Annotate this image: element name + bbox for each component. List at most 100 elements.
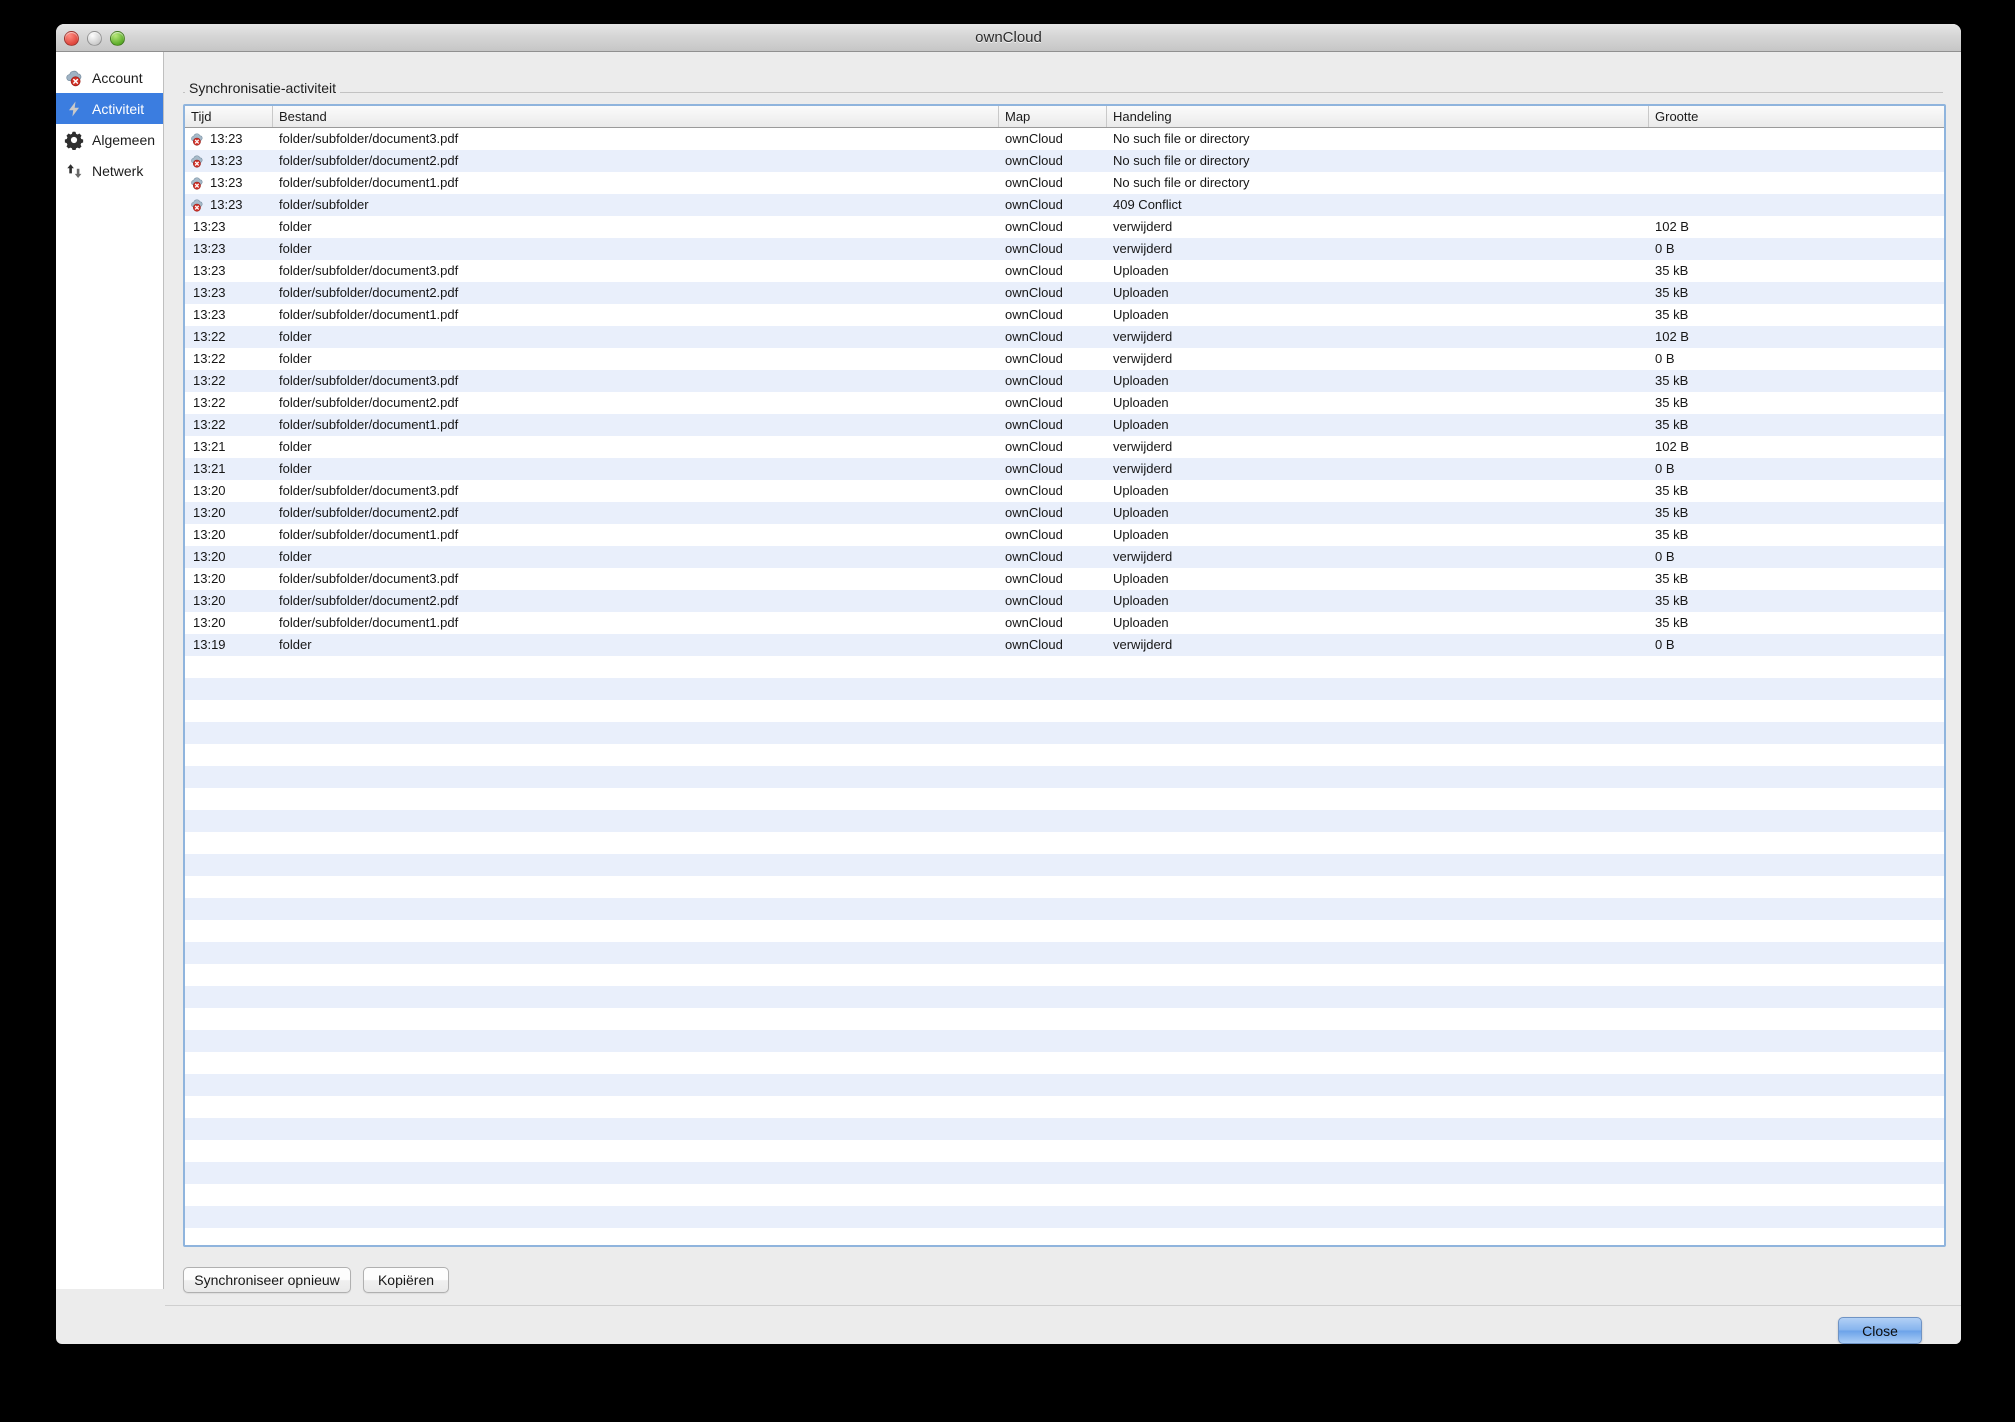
table-row[interactable]: 13:19 folder ownCloud verwijderd 0 B [185,634,1944,656]
cell-empty [1107,1228,1649,1245]
table-row[interactable]: 13:23 folder/subfolder/document1.pdf ownCl… [185,304,1944,326]
table-row[interactable]: 13:22 folder/subfolder/document2.pdf ownCl… [185,392,1944,414]
table-row-empty [185,810,1944,832]
copy-button[interactable]: Kopiëren [363,1267,449,1293]
table-row[interactable]: 13:22 folder/subfolder/document3.pdf ownCl… [185,370,1944,392]
cell-action: Uploaden [1113,615,1169,630]
cell-action: Uploaden [1113,593,1169,608]
cell-size: 35 kB [1655,417,1689,432]
cell-empty [185,1030,273,1052]
table-row-empty [185,986,1944,1008]
table-row[interactable]: 13:23 folder/subfolder ownCloud 409 Conflic… [185,194,1944,216]
table-row[interactable]: 13:22 folder/subfolder/document1.pdf ownCl… [185,414,1944,436]
cell-empty [185,1206,273,1228]
cell-empty [273,920,999,942]
sidebar-item-algemeen[interactable]: Algemeen [56,124,163,155]
table-row[interactable]: 13:23 folder ownCloud verwijderd 0 B [185,238,1944,260]
cell-empty [273,1052,999,1074]
groupbox-divider [183,92,1943,93]
table-row[interactable]: 13:23 folder ownCloud verwijderd 102 B [185,216,1944,238]
cell-file: folder [279,461,312,476]
time-text: 13:23 [193,219,226,234]
cell-empty [1107,986,1649,1008]
cell-empty [999,854,1107,876]
cell-empty [273,1096,999,1118]
cell-time: 13:20 [185,546,273,568]
cell-empty [185,1052,273,1074]
cell-empty [185,656,273,678]
table-row[interactable]: 13:22 folder ownCloud verwijderd 102 B [185,326,1944,348]
cell-empty [1649,986,1944,1008]
table-row-empty [185,656,1944,678]
cell-folder: ownCloud [1005,373,1063,388]
column-header-tijd[interactable]: Tijd [185,106,273,127]
resync-button[interactable]: Synchroniseer opnieuw [183,1267,351,1293]
table-row[interactable]: 13:20 folder ownCloud verwijderd 0 B [185,546,1944,568]
time-text: 13:23 [193,241,226,256]
table-row[interactable]: 13:20 folder/subfolder/document2.pdf ownCl… [185,502,1944,524]
cell-action: verwijderd [1113,351,1173,366]
cell-file: folder/subfolder/document3.pdf [279,571,459,586]
sidebar-item-activiteit[interactable]: Activiteit [56,93,163,124]
cell-time: 13:21 [185,458,273,480]
close-button[interactable]: Close [1838,1317,1922,1344]
table-row[interactable]: 13:23 folder/subfolder/document3.pdf ownCl… [185,260,1944,282]
table-row[interactable]: 13:20 folder/subfolder/document1.pdf ownCl… [185,612,1944,634]
cell-file: folder [279,241,312,256]
cell-empty [999,810,1107,832]
cell-action: Uploaden [1113,307,1169,322]
table-row[interactable]: 13:23 folder/subfolder/document3.pdf ownCl… [185,128,1944,150]
column-header-map[interactable]: Map [999,106,1107,127]
cell-action: verwijderd [1113,329,1173,344]
cell-empty [185,1162,273,1184]
table-row[interactable]: 13:22 folder ownCloud verwijderd 0 B [185,348,1944,370]
table-row[interactable]: 13:20 folder/subfolder/document2.pdf ownCl… [185,590,1944,612]
table-row[interactable]: 13:21 folder ownCloud verwijderd 0 B [185,458,1944,480]
cell-empty [185,1140,273,1162]
column-header-grootte[interactable]: Grootte [1649,106,1944,127]
cell-folder: ownCloud [1005,549,1063,564]
column-header-handeling[interactable]: Handeling [1107,106,1649,127]
cell-empty [1649,678,1944,700]
cell-empty [1649,700,1944,722]
table-row[interactable]: 13:20 folder/subfolder/document1.pdf ownCl… [185,524,1944,546]
sidebar-item-account[interactable]: Account [56,62,163,93]
table-row[interactable]: 13:20 folder/subfolder/document3.pdf ownCl… [185,480,1944,502]
cell-file: folder [279,351,312,366]
cell-action: verwijderd [1113,549,1173,564]
table-row[interactable]: 13:20 folder/subfolder/document3.pdf ownCl… [185,568,1944,590]
cell-empty [185,898,273,920]
network-arrows-icon [67,163,82,178]
cell-empty [999,876,1107,898]
cell-time: 13:19 [185,634,273,656]
cell-empty [1107,1184,1649,1206]
cell-time: 13:22 [185,370,273,392]
cell-empty [999,986,1107,1008]
cell-empty [1649,898,1944,920]
sync-error-icon [191,176,203,190]
cell-size: 35 kB [1655,395,1689,410]
time-text: 13:22 [193,395,226,410]
table-row-empty [185,920,1944,942]
cell-empty [1649,788,1944,810]
cell-size [1649,150,1944,172]
table-row[interactable]: 13:23 folder/subfolder/document2.pdf ownCl… [185,150,1944,172]
cell-empty [999,832,1107,854]
cell-empty [1649,1030,1944,1052]
table-row[interactable]: 13:23 folder/subfolder/document1.pdf ownCl… [185,172,1944,194]
table-row[interactable]: 13:23 folder/subfolder/document2.pdf ownCl… [185,282,1944,304]
table-row[interactable]: 13:21 folder ownCloud verwijderd 102 B [185,436,1944,458]
column-header-bestand[interactable]: Bestand [273,106,999,127]
cell-empty [273,788,999,810]
cell-size: 102 B [1655,219,1689,234]
cell-time: 13:22 [185,348,273,370]
activity-table[interactable]: Tijd Bestand Map Handeling Grootte 13:23 fold… [183,104,1946,1247]
cell-folder: ownCloud [1005,153,1063,168]
table-row-empty [185,964,1944,986]
cell-time: 13:22 [185,414,273,436]
cell-empty [185,876,273,898]
cell-folder: ownCloud [1005,329,1063,344]
sidebar-item-netwerk[interactable]: Netwerk [56,155,163,186]
cell-empty [1649,656,1944,678]
cell-time: 13:23 [185,260,273,282]
